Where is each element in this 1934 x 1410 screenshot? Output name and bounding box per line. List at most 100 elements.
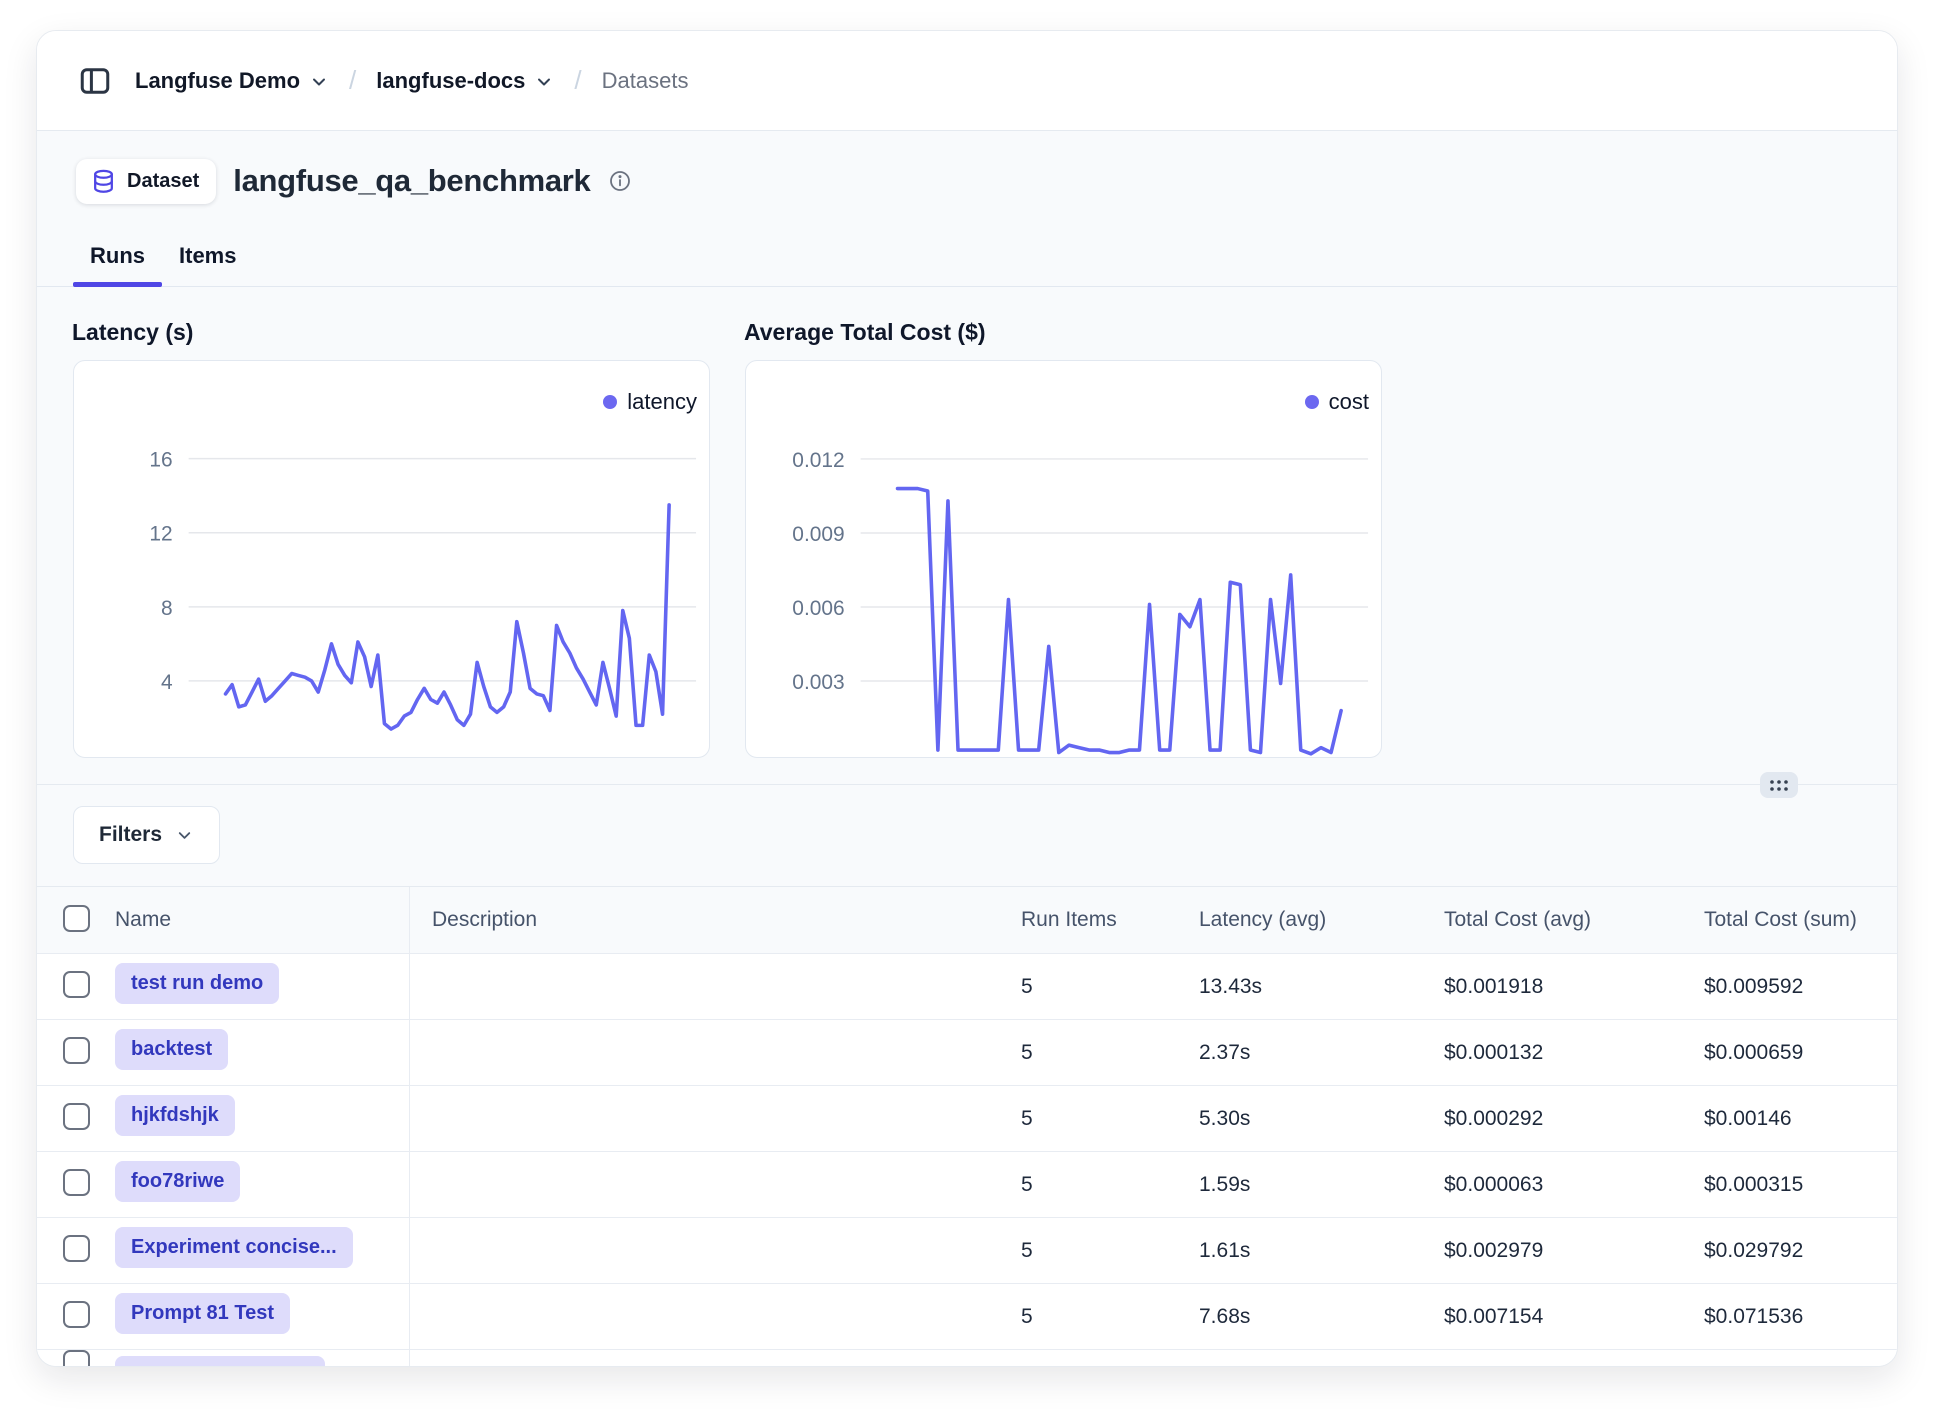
total-cost-sum-cell: $0.071536	[1682, 1305, 1897, 1329]
total-cost-avg-cell: $0.000063	[1422, 1173, 1682, 1197]
row-checkbox[interactable]	[63, 1350, 90, 1366]
run-name-cell: test run demo	[113, 963, 409, 1010]
runs-table: Name Description Run Items Latency (avg)…	[37, 886, 1897, 1366]
latency-avg-cell: 5.30s	[1177, 1107, 1422, 1131]
filters-button-label: Filters	[99, 823, 162, 847]
description-cell	[409, 1350, 995, 1366]
row-checkbox-cell	[37, 1103, 113, 1134]
breadcrumb-separator: /	[568, 65, 587, 96]
run-name-badge[interactable]: foo78riwe	[115, 1161, 240, 1202]
table-row	[37, 1350, 1897, 1366]
dataset-entity-label: Dataset	[127, 170, 199, 193]
select-all-checkbox[interactable]	[63, 905, 90, 932]
breadcrumb-org-label: Langfuse Demo	[135, 68, 300, 94]
description-cell	[409, 1218, 995, 1283]
row-checkbox-cell	[37, 1235, 113, 1266]
total-cost-sum-cell: $0.000315	[1682, 1173, 1897, 1197]
svg-text:0.006: 0.006	[792, 597, 844, 620]
cost-chart: 0.0030.0060.0090.012 cost	[745, 360, 1382, 758]
total-cost-sum-cell: $0.009592	[1682, 975, 1897, 999]
row-checkbox[interactable]	[63, 1169, 90, 1196]
row-checkbox[interactable]	[63, 1235, 90, 1262]
row-checkbox[interactable]	[63, 1301, 90, 1328]
charts-section: Latency (s) 481216 latency Average Total…	[73, 319, 1861, 758]
total-cost-sum-cell: $0.029792	[1682, 1239, 1897, 1263]
run-name-badge[interactable]	[115, 1356, 325, 1366]
table-header-row: Name Description Run Items Latency (avg)…	[37, 886, 1897, 954]
breadcrumb-separator: /	[343, 65, 362, 96]
description-cell	[409, 1086, 995, 1151]
row-checkbox[interactable]	[63, 971, 90, 998]
run-name-cell: Prompt 81 Test	[113, 1293, 409, 1340]
latency-avg-cell: 1.61s	[1177, 1239, 1422, 1263]
description-cell	[409, 1284, 995, 1349]
total-cost-avg-cell: $0.002979	[1422, 1239, 1682, 1263]
row-checkbox[interactable]	[63, 1037, 90, 1064]
run-name-badge[interactable]: backtest	[115, 1029, 228, 1070]
svg-text:0.003: 0.003	[792, 671, 844, 694]
breadcrumb-project-selector[interactable]: langfuse-docs	[376, 68, 554, 94]
column-header-description: Description	[409, 887, 995, 953]
resize-handle-button[interactable]	[1760, 772, 1798, 798]
column-header-name: Name	[113, 908, 409, 932]
latency-avg-cell: 13.43s	[1177, 975, 1422, 999]
table-row: backtest 5 2.37s $0.000132 $0.000659	[37, 1020, 1897, 1086]
page: Langfuse Demo / langfuse-docs / Datasets	[0, 0, 1934, 1410]
run-name-cell: backtest	[113, 1029, 409, 1076]
run-items-cell: 5	[995, 1173, 1177, 1197]
row-checkbox-cell	[37, 1037, 113, 1068]
run-name-badge[interactable]: Experiment concise...	[115, 1227, 353, 1268]
run-name-badge[interactable]: hjkfdshjk	[115, 1095, 235, 1136]
column-header-latency-avg: Latency (avg)	[1177, 908, 1422, 932]
legend-dot-icon	[603, 395, 617, 409]
row-checkbox-cell	[37, 971, 113, 1002]
cost-chart-title: Average Total Cost ($)	[744, 319, 1382, 346]
database-icon	[90, 168, 117, 195]
latency-chart: 481216 latency	[73, 360, 710, 758]
tab-bar: Runs Items	[37, 237, 1897, 287]
run-items-cell: 5	[995, 1239, 1177, 1263]
dataset-header: Dataset langfuse_qa_benchmark	[76, 155, 1861, 207]
tab-runs[interactable]: Runs	[73, 237, 162, 286]
total-cost-avg-cell: $0.001918	[1422, 975, 1682, 999]
row-checkbox-cell	[37, 1301, 113, 1332]
header-checkbox-cell	[37, 905, 113, 936]
dataset-entity-badge: Dataset	[76, 159, 216, 204]
svg-text:8: 8	[161, 597, 173, 620]
breadcrumb-section-link[interactable]: Datasets	[602, 68, 689, 94]
total-cost-sum-cell: $0.000659	[1682, 1041, 1897, 1065]
svg-text:16: 16	[149, 449, 172, 472]
column-header-total-cost-avg: Total Cost (avg)	[1422, 908, 1682, 932]
panel-left-icon	[77, 63, 113, 99]
tab-items[interactable]: Items	[162, 237, 253, 286]
latency-legend: latency	[603, 389, 697, 415]
app-window: Langfuse Demo / langfuse-docs / Datasets	[36, 30, 1898, 1367]
breadcrumb: Langfuse Demo / langfuse-docs / Datasets	[135, 65, 688, 96]
run-name-badge[interactable]: Prompt 81 Test	[115, 1293, 290, 1334]
legend-dot-icon	[1305, 395, 1319, 409]
top-navigation-bar: Langfuse Demo / langfuse-docs / Datasets	[37, 31, 1897, 131]
total-cost-avg-cell: $0.000292	[1422, 1107, 1682, 1131]
description-cell	[409, 1020, 995, 1085]
info-icon[interactable]	[608, 169, 632, 193]
table-row: test run demo 5 13.43s $0.001918 $0.0095…	[37, 954, 1897, 1020]
cost-chart-block: Average Total Cost ($) 0.0030.0060.0090.…	[745, 319, 1382, 758]
latency-chart-title: Latency (s)	[72, 319, 710, 346]
run-name-cell: Experiment concise...	[113, 1227, 409, 1274]
row-checkbox[interactable]	[63, 1103, 90, 1130]
breadcrumb-org-selector[interactable]: Langfuse Demo	[135, 68, 329, 94]
svg-text:0.012: 0.012	[792, 449, 844, 472]
filters-button[interactable]: Filters	[73, 806, 220, 864]
sidebar-toggle-button[interactable]	[77, 63, 113, 99]
row-checkbox-cell	[37, 1169, 113, 1200]
table-body: test run demo 5 13.43s $0.001918 $0.0095…	[37, 954, 1897, 1366]
description-cell	[409, 954, 995, 1019]
page-title: langfuse_qa_benchmark	[233, 163, 590, 199]
chevron-down-icon	[309, 72, 329, 92]
run-name-badge[interactable]: test run demo	[115, 963, 279, 1004]
column-header-total-cost-sum: Total Cost (sum)	[1682, 908, 1897, 932]
total-cost-avg-cell: $0.007154	[1422, 1305, 1682, 1329]
run-name-cell: foo78riwe	[113, 1161, 409, 1208]
table-row: Experiment concise... 5 1.61s $0.002979 …	[37, 1218, 1897, 1284]
chevron-down-icon	[534, 72, 554, 92]
